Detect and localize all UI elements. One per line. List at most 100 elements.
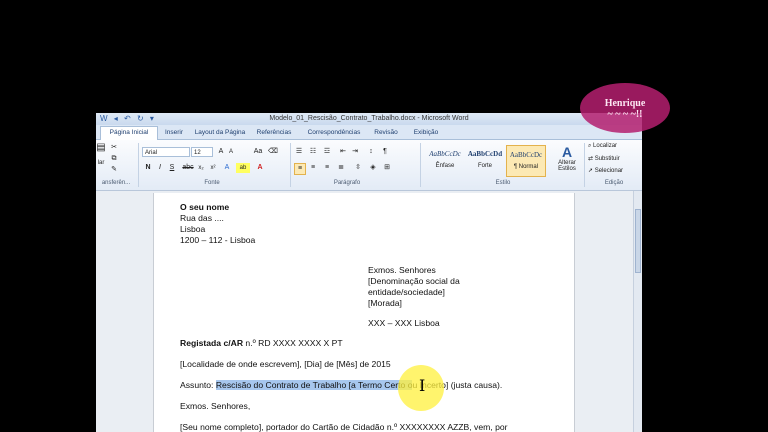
tab-page-layout[interactable]: Layout da Página [192,127,248,139]
watermark-text: Henrique ~ ~ ~ ~!! [580,98,670,120]
justify-icon[interactable]: ≣ [336,163,346,173]
recipient-line-3: entidade/sociedade] [368,287,445,297]
style-name: Ênfase [435,163,455,169]
underline-icon[interactable]: S [168,163,176,173]
vertical-scrollbar[interactable] [633,191,642,432]
sender-city: Lisboa [180,224,206,234]
format-painter-icon[interactable]: ✎ [110,165,118,175]
registered-label: Registada c/AR [180,338,244,348]
font-color-icon[interactable]: A [254,163,266,173]
font-group-label: Fonte [204,180,220,186]
grow-font-icon[interactable]: A [216,147,226,157]
watermark-line-2: ~ ~ ~ ~!! [607,109,643,120]
scrollbar-thumb[interactable] [635,209,641,273]
text-effects-icon[interactable]: A [222,163,232,173]
style-preview: AaBbCcDc [509,151,543,159]
bold-icon[interactable]: N [144,163,152,173]
group-separator [290,143,291,187]
replace-button[interactable]: ⇄ Substituir [588,155,620,162]
superscript-icon[interactable]: x² [208,163,218,173]
window-title: Modelo_01_Rescisão_Contrato_Trabalho.doc… [269,115,469,122]
strikethrough-icon[interactable]: abc [182,163,194,173]
sender-street: Rua das .... [180,213,224,223]
recipient-line-2: [Denominação social da [368,276,460,286]
increase-indent-icon[interactable]: ⇥ [350,147,360,157]
group-separator [584,143,585,187]
word-window: W ◂ ↶ ↻ ▾ Modelo_01_Rescisão_Contrato_Tr… [96,113,642,432]
align-center-icon[interactable]: ≡ [308,163,318,173]
recipient-line-1: Exmos. Senhores [368,265,436,275]
tab-mailings[interactable]: Correspondências [300,127,368,139]
style-name: Forte [477,163,492,169]
cut-icon[interactable]: ✂ [110,143,118,153]
show-marks-icon[interactable]: ¶ [380,147,390,157]
line-spacing-icon[interactable]: ⇳ [352,163,364,173]
recipient-postal: XXX – XXX Lisboa [368,318,440,328]
recipient-line-4: [Morada] [368,298,402,308]
change-styles-label: Alterar Estilos [558,160,576,172]
replace-label: Substituir [594,156,620,162]
clipboard-group-label: ansferên... [101,180,131,186]
document-area: O seu nome Rua das .... Lisboa 1200 – 11… [96,191,633,432]
change-case-icon[interactable]: Aa [250,147,266,157]
subscript-icon[interactable]: x₂ [196,163,206,173]
select-button[interactable]: ➚ Selecionar [588,167,623,174]
style-emphasis[interactable]: AaBbCcDc Ênfase [426,145,464,175]
selected-text[interactable]: Rescisão do Contrato de Trabalho [a Term… [215,380,413,390]
tab-view[interactable]: Exibição [406,127,446,139]
copy-icon[interactable]: ⧉ [110,154,118,164]
tab-insert[interactable]: Inserir [156,127,192,139]
multilevel-icon[interactable]: ☲ [322,147,332,157]
bullets-icon[interactable]: ☰ [294,147,304,157]
styles-group-label: Estilo [495,180,511,186]
paste-icon[interactable]: ▤ [96,143,106,153]
place-date-line: [Localidade de onde escrevem], [Dia] de … [180,359,391,369]
select-icon: ➚ [588,168,595,174]
shading-icon[interactable]: ◈ [368,163,378,173]
body-paragraph-start: [Seu nome completo], portador do Cartão … [180,422,508,432]
style-preview: AaBbCcDc [429,150,461,158]
paste-label: lar [97,160,105,166]
borders-icon[interactable]: ⊞ [382,163,392,173]
align-left-icon[interactable]: ≡ [294,163,306,175]
style-strong[interactable]: AaBbCcDd Forte [466,145,504,175]
salutation: Exmos. Senhores, [180,401,251,411]
subject-label: Assunto: [180,380,216,390]
italic-icon[interactable]: I [156,163,164,173]
watermark-line-1: Henrique [604,98,646,109]
tab-home[interactable]: Página Inicial [100,126,158,140]
align-right-icon[interactable]: ≡ [322,163,332,173]
group-separator [138,143,139,187]
document-page[interactable]: O seu nome Rua das .... Lisboa 1200 – 11… [153,193,575,432]
style-name: ¶ Normal [513,164,539,170]
style-normal[interactable]: AaBbCcDc ¶ Normal [506,145,546,177]
sort-icon[interactable]: ↕ [366,147,376,157]
ribbon-tabs: Página Inicial Inserir Layout da Página … [96,125,642,140]
decrease-indent-icon[interactable]: ⇤ [338,147,348,157]
find-button[interactable]: ⌕ Localizar [588,143,617,150]
replace-icon: ⇄ [588,156,595,162]
numbering-icon[interactable]: ☷ [308,147,318,157]
registered-number: n.º RD XXXX XXXX X PT [243,338,343,348]
sender-postal: 1200 – 112 - Lisboa [180,235,256,245]
clear-format-icon[interactable]: ⌫ [268,147,278,157]
find-label: Localizar [593,143,618,149]
title-bar: W ◂ ↶ ↻ ▾ Modelo_01_Rescisão_Contrato_Tr… [96,113,642,125]
subject-line: Assunto: Rescisão do Contrato de Trabalh… [180,380,502,390]
style-preview: AaBbCcDd [467,150,503,158]
group-separator [420,143,421,187]
ribbon: ▤ lar ✂ ⧉ ✎ ansferên... Arial 12 A A Aa … [96,140,642,191]
sender-name: O seu nome [180,202,230,212]
change-styles-button[interactable]: A Alterar Estilos [552,144,582,172]
tab-references[interactable]: Referências [250,127,298,139]
highlight-icon[interactable]: ab [236,163,250,173]
paragraph-group-label: Parágrafo [333,180,361,186]
registered-line: Registada c/AR n.º RD XXXX XXXX X PT [180,338,343,348]
font-size-select[interactable]: 12 [191,147,213,157]
edit-group-label: Edição [604,180,624,186]
text-cursor-icon: I [419,376,426,395]
tab-review[interactable]: Revisão [368,127,404,139]
shrink-font-icon[interactable]: A [226,147,236,157]
select-label: Selecionar [594,168,624,174]
font-name-select[interactable]: Arial [142,147,190,157]
